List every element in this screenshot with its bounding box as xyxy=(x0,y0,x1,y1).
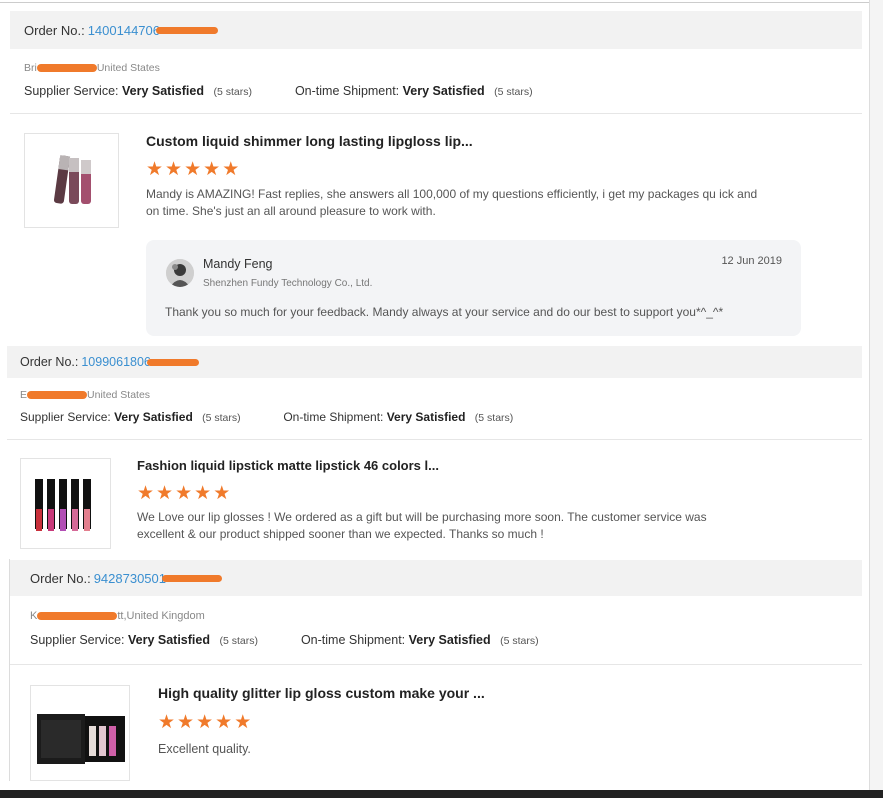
service-ratings: Supplier Service: Very Satisfied (5 star… xyxy=(30,633,539,647)
shipment-value: Very Satisfied xyxy=(402,84,485,98)
order-label: Order No.: xyxy=(20,355,79,369)
review-text: Excellent quality. xyxy=(158,742,251,756)
shipment-value: Very Satisfied xyxy=(408,633,491,647)
reply-date: 12 Jun 2019 xyxy=(721,255,782,267)
rating-stars: ★ ★ ★ ★ ★ xyxy=(146,160,239,179)
buyer-location: Bri United States xyxy=(24,62,160,74)
star-icon: ★ xyxy=(196,712,214,733)
star-icon: ★ xyxy=(156,483,174,504)
redaction-mark xyxy=(156,26,218,34)
product-title-link[interactable]: Custom liquid shimmer long lasting lipgl… xyxy=(146,133,473,149)
star-icon: ★ xyxy=(222,159,240,180)
star-icon: ★ xyxy=(175,483,193,504)
supplier-reply: Mandy Feng Shenzhen Fundy Technology Co.… xyxy=(146,240,801,336)
service-ratings: Supplier Service: Very Satisfied (5 star… xyxy=(24,84,533,98)
reply-message: Thank you so much for your feedback. Man… xyxy=(165,305,724,319)
top-divider xyxy=(0,0,870,3)
order-number-link[interactable]: 9428730501 xyxy=(94,571,166,586)
order-header: Order No.: 1400144706 xyxy=(10,11,862,49)
star-icon: ★ xyxy=(234,712,252,733)
review-text: Mandy is AMAZING! Fast replies, she answ… xyxy=(146,187,758,218)
star-icon: ★ xyxy=(158,712,176,733)
product-thumbnail[interactable] xyxy=(24,133,119,228)
star-icon: ★ xyxy=(184,159,202,180)
order-label: Order No.: xyxy=(24,22,85,38)
avatar-icon xyxy=(166,259,194,287)
product-title-link[interactable]: High quality glitter lip gloss custom ma… xyxy=(158,685,485,701)
star-icon: ★ xyxy=(203,159,221,180)
star-icon: ★ xyxy=(194,483,212,504)
divider xyxy=(10,664,862,665)
star-icon: ★ xyxy=(213,483,231,504)
divider xyxy=(7,439,862,440)
order-number-link[interactable]: 1400144706 xyxy=(88,23,160,38)
product-thumbnail[interactable] xyxy=(20,458,111,549)
reviews-page: Order No.: 1400144706 Bri United States … xyxy=(0,0,883,798)
order-header: Order No.: 1099061806 xyxy=(7,346,862,378)
rating-stars: ★ ★ ★ ★ ★ xyxy=(158,713,251,732)
bottom-edge xyxy=(0,790,883,798)
scrollbar-track[interactable] xyxy=(869,0,883,798)
buyer-location: E United States xyxy=(20,389,151,401)
star-icon: ★ xyxy=(165,159,183,180)
star-icon: ★ xyxy=(146,159,164,180)
star-icon: ★ xyxy=(177,712,195,733)
order-number-link[interactable]: 1099061806 xyxy=(81,355,151,369)
rating-stars: ★ ★ ★ ★ ★ xyxy=(137,484,230,503)
product-thumbnail[interactable] xyxy=(30,685,130,781)
redaction-mark xyxy=(162,574,222,582)
redaction-mark xyxy=(36,64,97,72)
reply-company: Shenzhen Fundy Technology Co., Ltd. xyxy=(203,278,373,289)
star-icon: ★ xyxy=(137,483,155,504)
review-text: We Love our lip glosses ! We ordered as … xyxy=(137,510,707,541)
redaction-mark xyxy=(37,612,118,620)
supplier-service-value: Very Satisfied xyxy=(127,633,210,647)
product-title-link[interactable]: Fashion liquid lipstick matte lipstick 4… xyxy=(137,458,439,473)
order-label: Order No.: xyxy=(30,570,91,586)
shipment-value: Very Satisfied xyxy=(386,410,466,424)
buyer-location: K tt ,United Kingdom xyxy=(30,610,205,622)
supplier-service-value: Very Satisfied xyxy=(121,84,204,98)
redaction-mark xyxy=(146,358,199,366)
redaction-mark xyxy=(27,391,88,399)
order-header: Order No.: 9428730501 xyxy=(10,560,862,596)
supplier-service-value: Very Satisfied xyxy=(114,410,193,424)
service-ratings: Supplier Service: Very Satisfied (5 star… xyxy=(20,410,514,424)
reply-author-name: Mandy Feng xyxy=(203,257,273,271)
divider xyxy=(10,113,862,114)
star-icon: ★ xyxy=(215,712,233,733)
